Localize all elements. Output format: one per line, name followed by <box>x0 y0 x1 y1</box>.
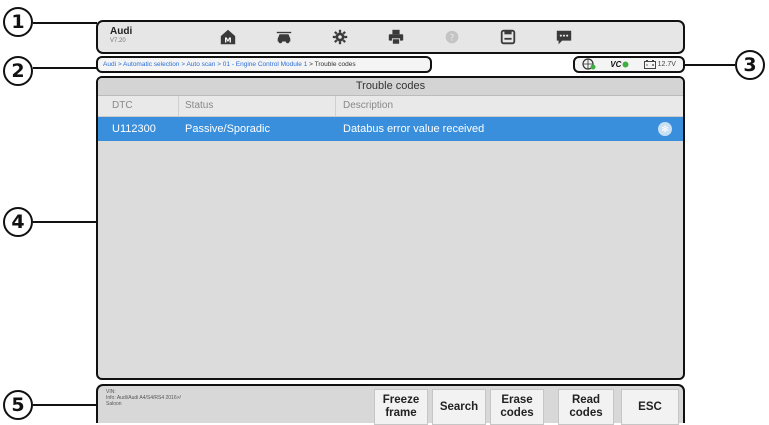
callout-2-leader <box>33 67 97 69</box>
svg-text:M: M <box>224 35 231 44</box>
callout-1-leader <box>33 22 97 24</box>
read-codes-label: Read codes <box>569 394 603 419</box>
help-button[interactable]: ? <box>434 25 470 49</box>
data-logging-icon <box>556 30 572 45</box>
callout-4: 4 <box>3 207 33 237</box>
battery-icon <box>643 60 656 69</box>
callout-3-leader <box>685 64 735 66</box>
dtc-status: Passive/Sporadic <box>185 123 270 135</box>
breadcrumb-separator: > <box>307 61 315 68</box>
vehicle-brand: Audi V7.20 <box>110 26 132 45</box>
vci-label: VC <box>610 60 622 69</box>
search-button[interactable]: Search <box>432 389 486 425</box>
settings-icon <box>332 29 348 45</box>
esc-label: ESC <box>638 400 662 413</box>
trouble-codes-panel: Trouble codes DTC Status Description U11… <box>96 76 685 380</box>
column-divider <box>335 96 336 116</box>
read-codes-button[interactable]: Read codes <box>558 389 614 425</box>
print-icon <box>388 29 404 45</box>
erase-codes-button[interactable]: Erase codes <box>490 389 544 425</box>
vehicle-body-line: Saloon <box>106 401 122 407</box>
vehicle-menu-button[interactable] <box>266 25 302 49</box>
help-icon: ? <box>445 30 459 44</box>
freeze-frame-label: Freeze frame <box>382 394 420 419</box>
column-header-description: Description <box>343 100 394 111</box>
esc-button[interactable]: ESC <box>621 389 679 425</box>
callout-3: 3 <box>735 50 765 80</box>
breadcrumb-path-link[interactable]: Audi > Automatic selection > Auto scan >… <box>103 61 307 68</box>
erase-codes-label: Erase codes <box>500 394 534 419</box>
dtc-description: Databus error value received <box>343 123 485 135</box>
software-version: V7.20 <box>110 38 126 44</box>
data-logging-button[interactable] <box>546 25 582 49</box>
save-button[interactable] <box>490 25 526 49</box>
status-bar: VC 12.7V <box>573 56 685 73</box>
brand-name: Audi <box>110 26 133 37</box>
table-row[interactable]: U112300 Passive/Sporadic Databus error v… <box>98 117 683 141</box>
column-header-dtc: DTC <box>112 100 133 111</box>
top-toolbar: Audi V7.20 M ? <box>96 20 685 54</box>
search-label: Search <box>439 400 479 413</box>
home-button[interactable]: M <box>210 25 246 49</box>
callout-5-leader <box>33 404 97 406</box>
dtc-code: U112300 <box>112 123 156 135</box>
freeze-frame-icon[interactable]: ✻ <box>658 122 672 136</box>
column-header-status: Status <box>185 100 214 111</box>
network-status-icon <box>582 57 596 72</box>
column-divider <box>178 96 179 116</box>
svg-text:?: ? <box>450 34 455 44</box>
save-icon <box>500 29 516 45</box>
home-icon: M <box>220 29 236 44</box>
print-button[interactable] <box>378 25 414 49</box>
vehicle-info: VIN: Info: Audi/Audi A4/S4/RS4 2016>/ Sa… <box>106 389 181 407</box>
vci-connected-icon <box>622 61 629 68</box>
callout-1: 1 <box>3 7 33 37</box>
battery-status: 12.7V <box>643 60 676 69</box>
bottom-function-bar: VIN: Info: Audi/Audi A4/S4/RS4 2016>/ Sa… <box>96 384 685 425</box>
callout-5: 5 <box>3 390 33 420</box>
vci-status: VC <box>610 60 629 69</box>
freeze-frame-button[interactable]: Freeze frame <box>374 389 428 425</box>
vehicle-menu-icon <box>276 31 292 44</box>
breadcrumb-current: Trouble codes <box>314 61 356 68</box>
breadcrumb: Audi > Automatic selection > Auto scan >… <box>96 56 432 73</box>
settings-button[interactable] <box>322 25 358 49</box>
panel-title: Trouble codes <box>98 78 683 96</box>
callout-4-leader <box>33 221 97 223</box>
table-header: DTC Status Description <box>98 96 683 117</box>
battery-voltage: 12.7V <box>657 61 676 68</box>
callout-2: 2 <box>3 56 33 86</box>
